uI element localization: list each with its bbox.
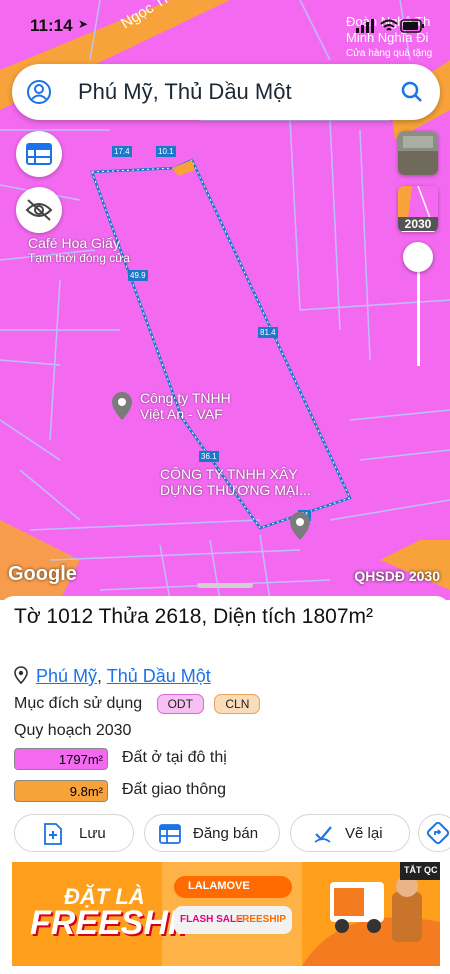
- opacity-slider[interactable]: [403, 242, 433, 366]
- redraw-button[interactable]: Vẽ lại: [290, 814, 410, 852]
- sheet-drag-handle[interactable]: [197, 583, 253, 588]
- purpose-tag-odt: ODT: [156, 694, 204, 714]
- parcel-location: Phú Mỹ, Thủ Dầu Một: [14, 666, 211, 687]
- company-2-line-1: CÔNG TY TNHH XÂY: [160, 466, 298, 482]
- search-bar[interactable]: Phú Mỹ, Thủ Dầu Một: [12, 64, 440, 120]
- company-1-line-1: Công ty TNHH: [140, 390, 231, 406]
- account-icon[interactable]: [26, 79, 52, 105]
- redraw-label: Vẽ lại: [345, 825, 383, 842]
- ad-close-label: TẮT QC: [404, 865, 438, 875]
- ad-close-button[interactable]: TẮT QC: [400, 862, 440, 880]
- directions-button[interactable]: [418, 814, 450, 852]
- search-icon[interactable]: [400, 80, 424, 104]
- parcel-info-panel: Tờ 1012 Thửa 2618, Diện tích 1807m² Phú …: [0, 596, 450, 862]
- layer-year: 2030: [398, 217, 438, 231]
- ad-freeship-small: FREESHIP: [236, 914, 287, 925]
- ad-banner[interactable]: ĐẶT LÀ FREESHIP LALAMOVE FLASH SALE FREE…: [12, 862, 440, 966]
- table-icon: [159, 824, 181, 844]
- cafe-poi[interactable]: Café Hoa Giấy Tạm thời đóng cửa: [28, 235, 130, 265]
- ad-flash-sale-text: FLASH SALE: [180, 914, 243, 925]
- eye-off-icon: [25, 199, 53, 221]
- location-separator: ,: [97, 666, 103, 686]
- cafe-name: Café Hoa Giấy: [28, 235, 120, 251]
- signal-wifi-battery-icon: [356, 19, 424, 33]
- plan-thumbnail-icon: [398, 186, 438, 219]
- search-query[interactable]: Phú Mỹ, Thủ Dầu Một: [78, 79, 292, 105]
- plan-area-bar-2: 9.8m²: [14, 780, 108, 802]
- segment-length-label: 17.4: [112, 146, 132, 157]
- company-poi-1[interactable]: Công ty TNHH Việt An - VAF: [140, 390, 231, 422]
- layers-list-button[interactable]: [16, 131, 62, 177]
- draw-check-icon: [314, 826, 332, 843]
- location-pin-icon: [14, 666, 28, 685]
- parcel-title: Tờ 1012 Thửa 2618, Diện tích 1807m²: [14, 605, 373, 628]
- plan-area-name-2: Đất giao thông: [122, 781, 227, 798]
- hide-layer-button[interactable]: [16, 187, 62, 233]
- post-sale-label: Đăng bán: [193, 825, 259, 842]
- segment-length-label: 49.9: [128, 270, 148, 281]
- post-sale-button[interactable]: Đăng bán: [144, 814, 280, 852]
- google-logo: Google: [8, 563, 77, 585]
- directions-icon: [427, 822, 449, 844]
- purpose-tag-cln: CLN: [214, 694, 261, 714]
- purpose-label: Mục đích sử dụng: [14, 695, 143, 712]
- plan-area-name-1: Đất ở tại đô thị: [122, 749, 227, 766]
- ad-brand: LALAMOVE: [174, 876, 292, 898]
- opacity-slider-handle[interactable]: [403, 242, 433, 272]
- plan-area-bar-1: 1797m²: [14, 748, 108, 770]
- company-2-line-2: DỰNG THƯƠNG MẠI...: [160, 482, 311, 498]
- table-icon: [26, 143, 52, 165]
- segment-length-label: 36.1: [199, 451, 219, 462]
- add-document-icon: [44, 823, 62, 845]
- purpose-row: Mục đích sử dụng ODT CLN: [14, 694, 261, 714]
- plan-title: Quy hoạch 2030: [14, 722, 132, 739]
- satellite-layer-button[interactable]: [398, 131, 438, 175]
- company-poi-2[interactable]: CÔNG TY TNHH XÂY DỰNG THƯƠNG MẠI...: [160, 466, 311, 498]
- plan-label: QHSDĐ 2030: [354, 568, 440, 584]
- save-button[interactable]: Lưu: [14, 814, 134, 852]
- satellite-thumbnail-icon: [398, 131, 438, 175]
- status-time: 11:14: [30, 16, 73, 35]
- ward-link[interactable]: Phú Mỹ: [36, 666, 97, 686]
- cafe-status: Tạm thời đóng cửa: [28, 251, 130, 265]
- save-label: Lưu: [79, 825, 106, 842]
- plan-2030-layer-button[interactable]: 2030: [398, 186, 438, 232]
- company-1-line-2: Việt An - VAF: [140, 406, 223, 422]
- place-pin-icon[interactable]: [112, 392, 132, 420]
- ad-flash-sale: FLASH SALE FREESHIP: [174, 906, 292, 934]
- city-link[interactable]: Thủ Dầu Một: [107, 666, 211, 686]
- status-bar: 11:14 ➤: [0, 0, 450, 56]
- location-arrow-icon: ➤: [78, 17, 89, 31]
- segment-length-label: 10.1: [156, 146, 176, 157]
- segment-length-label: 81.4: [258, 327, 278, 338]
- ad-brand-text: LALAMOVE: [188, 880, 250, 892]
- place-pin-icon[interactable]: [290, 512, 310, 540]
